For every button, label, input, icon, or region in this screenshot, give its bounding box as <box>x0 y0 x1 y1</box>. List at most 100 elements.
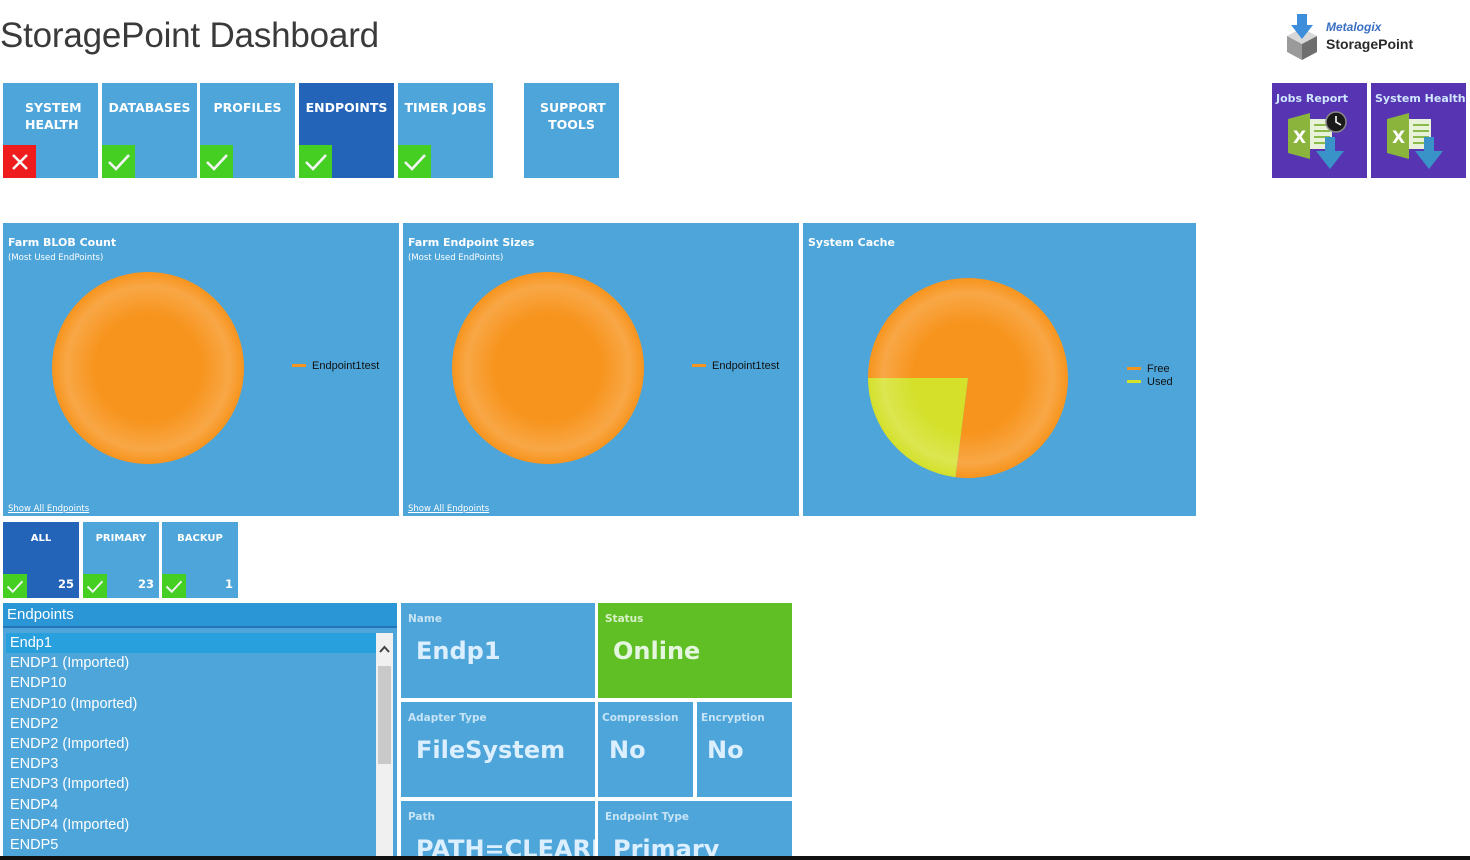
pie-slice-endpoint1test <box>52 272 244 464</box>
detail-value: No <box>609 736 646 764</box>
filter-tile-backup[interactable]: BACKUP 1 <box>162 522 238 598</box>
panel-title: Farm BLOB Count <box>8 236 117 249</box>
detail-label: Status <box>605 613 644 625</box>
show-all-endpoints-link[interactable]: Show All Endpoints <box>408 504 489 514</box>
detail-adapter-type-tile: Adapter Type FileSystem <box>401 702 595 797</box>
detail-name-tile: Name Endp1 <box>401 603 595 698</box>
jobs-report-button[interactable]: Jobs Report X <box>1272 83 1367 178</box>
panel-title: Farm Endpoint Sizes <box>408 236 535 249</box>
detail-label: Path <box>408 811 435 823</box>
filter-count: 25 <box>57 577 74 591</box>
list-item[interactable]: ENDP4 (Imported) <box>6 815 376 835</box>
nav-tile-endpoints[interactable]: ENDPOINTS <box>299 83 394 178</box>
filter-tile-all[interactable]: ALL 25 <box>3 522 79 598</box>
logo-brand: Metalogix <box>1326 20 1382 34</box>
filter-count: 23 <box>137 577 154 591</box>
filter-label: ALL <box>30 533 52 544</box>
pie-chart <box>868 278 1068 478</box>
logo: Metalogix StoragePoint <box>1282 12 1432 62</box>
detail-label: Compression <box>602 712 679 724</box>
detail-encryption-tile: Encryption No <box>697 702 792 797</box>
list-item[interactable]: ENDP2 <box>6 714 376 734</box>
legend-label: Endpoint1test <box>712 359 780 372</box>
error-x-icon <box>3 145 36 178</box>
scrollbar[interactable] <box>376 633 393 860</box>
detail-label: Name <box>408 613 442 625</box>
list-item[interactable]: ENDP10 (Imported) <box>6 694 376 714</box>
detail-value: FileSystem <box>416 736 566 764</box>
report-label: System Health <box>1375 92 1466 105</box>
endpoints-list[interactable]: Endp1 ENDP1 (Imported) ENDP10 ENDP10 (Im… <box>6 633 376 855</box>
svg-text:X: X <box>1293 128 1306 148</box>
farm-blob-count-panel: Farm BLOB Count (Most Used EndPoints) En… <box>3 223 399 516</box>
legend-swatch <box>292 364 306 367</box>
checkmark-icon <box>83 574 107 598</box>
filter-count: 1 <box>224 577 233 591</box>
legend-item: Endpoint1test <box>692 359 779 372</box>
pie-chart <box>52 272 244 464</box>
detail-path-tile: Path PATH=CLEARE <box>401 801 595 860</box>
nav-tile-label: DATABASES <box>108 100 191 115</box>
detail-endpoint-type-tile: Endpoint Type Primary <box>598 801 792 860</box>
filter-label: PRIMARY <box>95 533 147 544</box>
legend-item: Free <box>1127 362 1173 375</box>
scrollbar-thumb[interactable] <box>378 666 391 764</box>
nav-tile-support-tools[interactable]: SUPPORT TOOLS <box>524 83 619 178</box>
window-bottom-edge <box>0 856 1470 860</box>
chart-legend: Endpoint1test <box>292 359 379 372</box>
nav-tile-label: PROFILES <box>213 100 282 115</box>
list-item[interactable]: ENDP3 <box>6 754 376 774</box>
filter-tile-primary[interactable]: PRIMARY 23 <box>83 522 159 598</box>
checkmark-icon <box>162 574 186 598</box>
detail-label: Adapter Type <box>408 712 487 724</box>
chevron-up-icon[interactable] <box>378 642 391 656</box>
show-all-endpoints-link[interactable]: Show All Endpoints <box>8 504 89 514</box>
endpoints-list-header: Endpoints <box>3 603 397 628</box>
chart-legend: Endpoint1test <box>692 359 779 372</box>
legend-swatch <box>692 364 706 367</box>
nav-tile-label: SUPPORT TOOLS <box>540 100 606 132</box>
list-item[interactable]: ENDP5 <box>6 835 376 855</box>
panel-subtitle: (Most Used EndPoints) <box>408 253 504 263</box>
list-item[interactable]: ENDP2 (Imported) <box>6 734 376 754</box>
checkmark-icon <box>3 574 27 598</box>
legend-label: Endpoint1test <box>312 359 380 372</box>
legend-item: Used <box>1127 375 1173 388</box>
panel-subtitle: (Most Used EndPoints) <box>8 253 104 263</box>
nav-tile-timer-jobs[interactable]: TIMER JOBS <box>398 83 493 178</box>
detail-value: No <box>707 736 744 764</box>
excel-download-icon: X <box>1387 113 1443 169</box>
list-item[interactable]: ENDP4 <box>6 795 376 815</box>
nav-tile-system-health[interactable]: SYSTEM HEALTH <box>3 83 98 178</box>
endpoints-list-panel: Endpoints Endp1 ENDP1 (Imported) ENDP10 … <box>3 603 397 860</box>
detail-status-tile: Status Online <box>598 603 792 698</box>
detail-label: Encryption <box>701 712 765 724</box>
system-cache-panel: System Cache Free Used <box>803 223 1196 516</box>
checkmark-icon <box>200 145 233 178</box>
list-item[interactable]: ENDP10 <box>6 673 376 693</box>
checkmark-icon <box>398 145 431 178</box>
legend-swatch <box>1127 380 1141 383</box>
nav-tile-label: SYSTEM HEALTH <box>25 100 82 132</box>
checkmark-icon <box>299 145 332 178</box>
list-item[interactable]: ENDP3 (Imported) <box>6 774 376 794</box>
farm-endpoint-sizes-panel: Farm Endpoint Sizes (Most Used EndPoints… <box>403 223 799 516</box>
list-item[interactable]: Endp1 <box>6 633 376 654</box>
detail-compression-tile: Compression No <box>598 702 693 797</box>
logo-product: StoragePoint <box>1326 36 1414 52</box>
svg-text:X: X <box>1392 128 1405 148</box>
chart-legend: Free Used <box>1127 362 1173 388</box>
page-title: StoragePoint Dashboard <box>0 16 379 55</box>
nav-tile-databases[interactable]: DATABASES <box>102 83 197 178</box>
detail-label: Endpoint Type <box>605 811 690 823</box>
nav-tile-label: ENDPOINTS <box>305 100 388 115</box>
nav-tile-label: TIMER JOBS <box>404 100 487 115</box>
nav-tile-profiles[interactable]: PROFILES <box>200 83 295 178</box>
box-download-icon <box>1287 14 1317 60</box>
list-item[interactable]: ENDP1 (Imported) <box>6 653 376 673</box>
legend-label: Used <box>1147 375 1173 388</box>
filter-label: BACKUP <box>177 533 223 544</box>
legend-swatch <box>1127 367 1141 370</box>
system-health-report-button[interactable]: System Health X <box>1371 83 1466 178</box>
panel-title: System Cache <box>808 236 895 249</box>
